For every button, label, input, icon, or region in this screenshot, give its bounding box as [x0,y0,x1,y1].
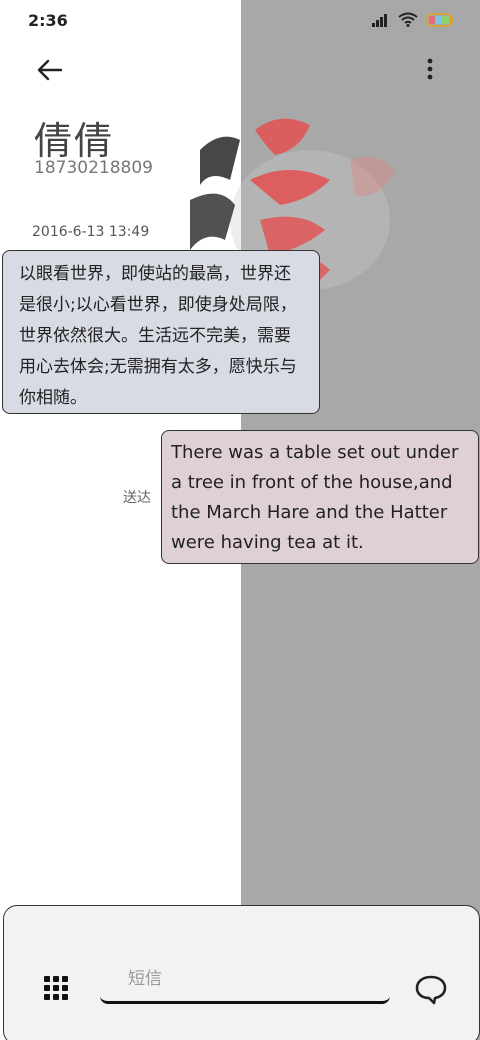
message-timestamp: 2016-6-13 13:49 [32,224,150,240]
status-icons [372,12,454,31]
message-input[interactable] [100,956,390,1004]
back-button[interactable] [34,54,66,86]
compose-bar [3,905,480,1040]
battery-icon [426,12,454,31]
outgoing-message-bubble[interactable]: There was a table set out under a tree i… [161,430,479,564]
send-button[interactable] [413,972,449,1008]
grid-icon [42,976,70,1006]
arrow-left-icon [34,59,66,90]
more-options-button[interactable] [414,54,446,86]
signal-icon [372,12,390,31]
incoming-message-bubble[interactable]: 以眼看世界，即使站的最高，世界还是很小;以心看世界，即使身处局限，世界依然很大。… [2,250,320,414]
wifi-icon [398,12,418,31]
contact-number: 18730218809 [34,158,153,178]
chat-bubble-icon [413,975,449,1012]
contact-name: 倩倩 [34,119,115,163]
status-bar: 2:36 [0,0,480,42]
attachments-button[interactable] [42,974,70,1002]
more-vertical-icon [414,58,446,90]
status-time: 2:36 [28,11,68,30]
delivery-status: 送达 [123,490,151,506]
